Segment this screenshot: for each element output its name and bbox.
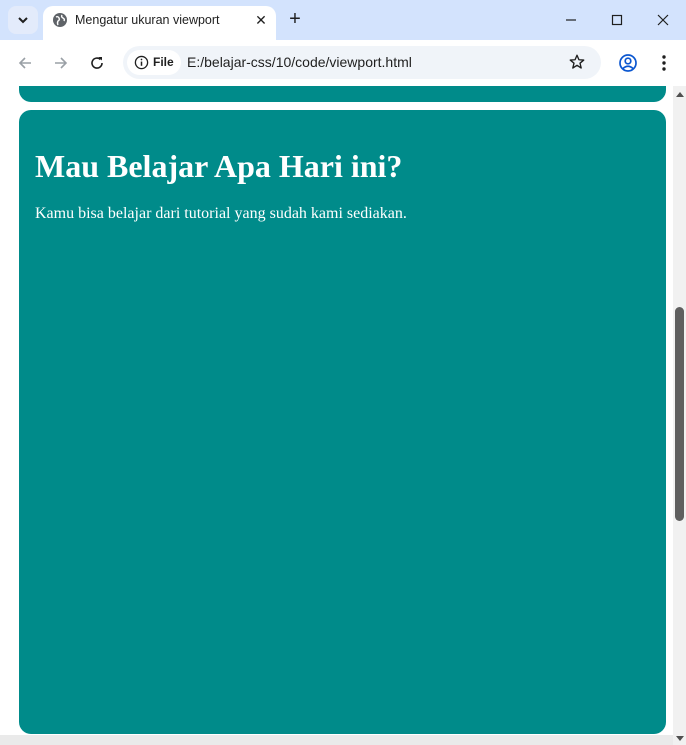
forward-arrow-icon bbox=[55, 57, 68, 69]
page-paragraph: Kamu bisa belajar dari tutorial yang sud… bbox=[35, 205, 407, 222]
site-info-chip[interactable]: File bbox=[127, 50, 181, 75]
page-heading: Mau Belajar Apa Hari ini? bbox=[35, 148, 403, 184]
maximize-icon bbox=[611, 14, 623, 26]
profile-icon bbox=[619, 54, 637, 72]
browser-toolbar: File E:/belajar-css/10/code/viewport.htm… bbox=[0, 40, 686, 86]
title-bar: Mengatur ukuran viewport ✕ + bbox=[0, 0, 686, 40]
star-icon[interactable] bbox=[568, 53, 586, 71]
globe-icon bbox=[53, 13, 67, 27]
page-viewport: Mau Belajar Apa Hari ini? Kamu bisa bela… bbox=[0, 86, 673, 745]
maximize-button[interactable] bbox=[594, 0, 640, 40]
more-vert-icon bbox=[662, 55, 666, 71]
minimize-icon bbox=[566, 19, 576, 21]
minimize-button[interactable] bbox=[548, 0, 594, 40]
security-chip-label: File bbox=[153, 55, 174, 69]
window-close-icon bbox=[657, 14, 669, 26]
close-icon[interactable]: ✕ bbox=[252, 11, 270, 29]
back-arrow-icon bbox=[18, 57, 31, 69]
taskbar-strip bbox=[0, 735, 673, 745]
reload-icon bbox=[91, 57, 103, 69]
menu-button[interactable] bbox=[652, 51, 676, 75]
scroll-up-arrow-icon[interactable] bbox=[676, 92, 684, 97]
chevron-down-icon bbox=[18, 17, 28, 24]
tab-title: Mengatur ukuran viewport bbox=[75, 13, 220, 27]
hero-card: Mau Belajar Apa Hari ini? Kamu bisa bela… bbox=[19, 110, 666, 734]
vertical-scrollbar[interactable] bbox=[673, 86, 686, 745]
info-icon bbox=[134, 55, 149, 70]
url-text[interactable]: E:/belajar-css/10/code/viewport.html bbox=[187, 54, 412, 70]
scroll-thumb[interactable] bbox=[675, 307, 684, 521]
active-tab[interactable]: Mengatur ukuran viewport ✕ bbox=[43, 6, 276, 40]
window-close-button[interactable] bbox=[640, 0, 686, 40]
reload-button[interactable] bbox=[85, 51, 109, 75]
profile-button[interactable] bbox=[616, 51, 640, 75]
plus-icon: + bbox=[289, 8, 301, 30]
back-button[interactable] bbox=[13, 51, 37, 75]
new-tab-button[interactable]: + bbox=[284, 9, 306, 31]
forward-button[interactable] bbox=[49, 51, 73, 75]
scroll-down-arrow-icon[interactable] bbox=[676, 736, 684, 741]
tab-search-button[interactable] bbox=[8, 6, 38, 34]
address-bar[interactable]: File E:/belajar-css/10/code/viewport.htm… bbox=[123, 46, 601, 79]
previous-card bbox=[19, 86, 666, 102]
